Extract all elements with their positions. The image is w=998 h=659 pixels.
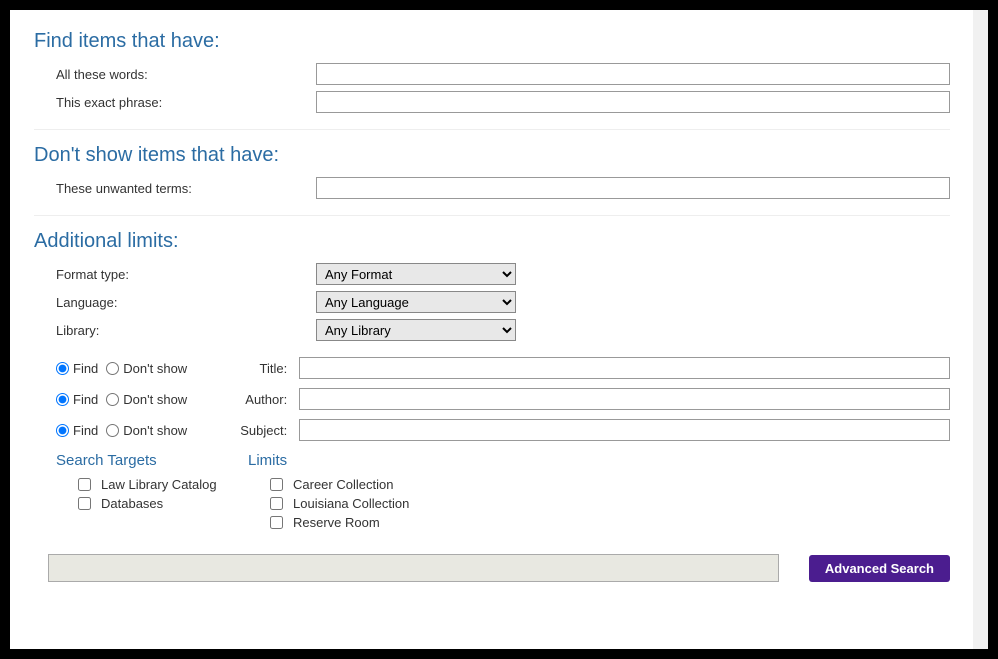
heading-search-targets: Search Targets [56,452,248,469]
label-title: Title: [213,361,287,376]
label-author: Author: [213,392,287,407]
radio-input[interactable] [56,424,69,437]
field-all-words: All these words: [34,63,950,85]
row-language: Language: Any Language [34,291,950,313]
label-all-words: All these words: [56,67,316,82]
select-language[interactable]: Any Language [316,291,516,313]
radio-find-title[interactable]: Find [56,361,98,376]
radio-row-title: Find Don't show Title: [34,357,950,379]
label-exact-phrase: This exact phrase: [56,95,316,110]
check-databases[interactable]: Databases [78,496,248,511]
radio-input[interactable] [56,393,69,406]
radio-dontshow-title[interactable]: Don't show [106,361,187,376]
checkbox-input[interactable] [78,478,91,491]
checkbox-input[interactable] [270,478,283,491]
radio-row-author: Find Don't show Author: [34,388,950,410]
col-limits: Limits Career Collection Louisiana Colle… [248,450,409,534]
input-all-words[interactable] [316,63,950,85]
checkbox-input[interactable] [270,497,283,510]
content-area: Find items that have: All these words: T… [34,30,950,582]
input-unwanted[interactable] [316,177,950,199]
radio-dontshow-subject[interactable]: Don't show [106,423,187,438]
col-search-targets: Search Targets Law Library Catalog Datab… [56,450,248,534]
label-format: Format type: [56,267,316,282]
radio-input[interactable] [106,362,119,375]
label-subject: Subject: [213,423,287,438]
divider [34,129,950,130]
radio-row-subject: Find Don't show Subject: [34,419,950,441]
heading-limits: Limits [248,452,409,469]
input-title[interactable] [299,357,950,379]
label-language: Language: [56,295,316,310]
footer: Advanced Search [34,554,950,582]
radio-dontshow-author[interactable]: Don't show [106,392,187,407]
input-subject[interactable] [299,419,950,441]
input-author[interactable] [299,388,950,410]
scrollbar[interactable] [973,10,988,649]
radio-input[interactable] [106,393,119,406]
search-form-page: Find items that have: All these words: T… [10,10,988,649]
columns: Search Targets Law Library Catalog Datab… [34,450,950,534]
checkbox-input[interactable] [270,516,283,529]
check-career[interactable]: Career Collection [270,477,409,492]
input-exact-phrase[interactable] [316,91,950,113]
label-library: Library: [56,323,316,338]
row-library: Library: Any Library [34,319,950,341]
check-law-library[interactable]: Law Library Catalog [78,477,248,492]
radio-input[interactable] [56,362,69,375]
select-library[interactable]: Any Library [316,319,516,341]
select-format[interactable]: Any Format [316,263,516,285]
radio-find-subject[interactable]: Find [56,423,98,438]
divider [34,215,950,216]
footer-search-input[interactable] [48,554,779,582]
radio-rows: Find Don't show Title: Find Don't show A… [34,357,950,441]
check-reserve[interactable]: Reserve Room [270,515,409,530]
radio-input[interactable] [106,424,119,437]
label-unwanted: These unwanted terms: [56,181,316,196]
checkbox-input[interactable] [78,497,91,510]
section-dont-show-heading: Don't show items that have: [34,144,950,167]
section-limits-heading: Additional limits: [34,230,950,253]
section-find-heading: Find items that have: [34,30,950,53]
check-louisiana[interactable]: Louisiana Collection [270,496,409,511]
field-exact-phrase: This exact phrase: [34,91,950,113]
row-format: Format type: Any Format [34,263,950,285]
field-unwanted: These unwanted terms: [34,177,950,199]
radio-find-author[interactable]: Find [56,392,98,407]
advanced-search-button[interactable]: Advanced Search [809,555,950,582]
